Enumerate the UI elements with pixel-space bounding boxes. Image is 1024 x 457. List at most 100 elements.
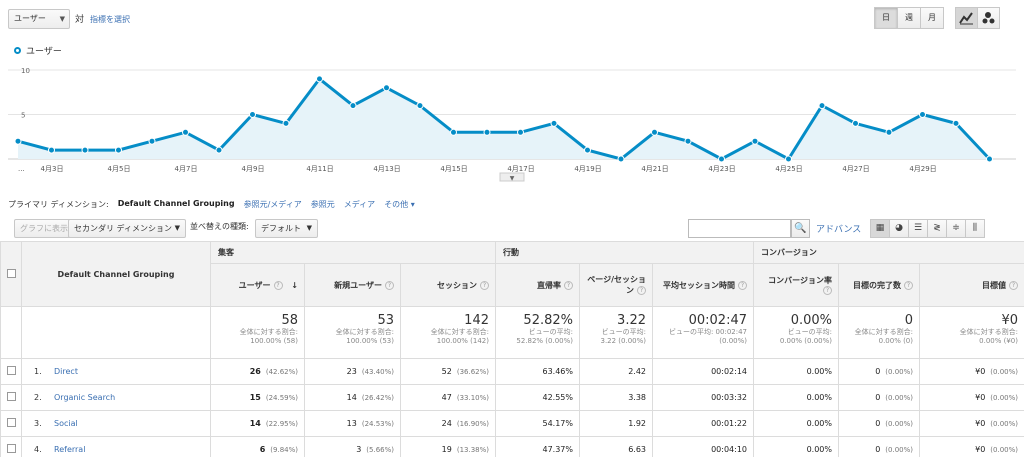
column-header-goal-completions[interactable]: 目標の完了数? [838,263,920,307]
row-checkbox[interactable] [6,418,16,427]
help-icon[interactable]: ? [564,280,573,290]
data-point[interactable] [617,155,625,163]
help-icon[interactable]: ? [273,280,283,290]
help-icon[interactable]: ? [904,280,913,290]
total-cell: 53 全体に対する割合: 100.00% (53) [304,306,401,359]
row-checkbox-cell [0,384,22,411]
total-cell: 58 全体に対する割合: 100.00% (58) [210,306,305,359]
column-header-bounce-rate[interactable]: 直帰率? [495,263,580,307]
x-tick-label: 4月3日 [41,165,64,173]
y-tick-label: 5 [21,112,25,120]
help-icon[interactable]: ? [823,286,832,295]
sort-type-value: デフォルト [261,224,301,233]
help-icon[interactable]: ? [480,280,489,290]
goal-value-cell: ¥0 (0.00%) [919,410,1024,437]
data-point[interactable] [349,102,357,110]
view-pie-button[interactable]: ◕ [889,219,909,238]
cell-value: 14 [346,393,357,402]
data-point[interactable] [550,119,558,127]
data-point[interactable] [584,146,591,154]
column-header-pages-per-session[interactable]: ページ/セッション? [579,263,653,307]
column-header-users[interactable]: ユーザー? ↓ [210,263,305,307]
pages-per-session-cell: 3.38 [579,384,653,411]
dimension-link-medium[interactable]: メディア [344,199,375,210]
view-table-button[interactable]: ▦ [870,219,890,238]
select-all-checkbox[interactable] [6,268,16,278]
data-point[interactable] [81,146,89,154]
sort-type-select[interactable]: デフォルト ▼ [255,219,318,238]
data-point[interactable] [182,128,189,136]
data-point[interactable] [517,128,524,136]
data-point[interactable] [684,137,692,145]
dimension-header[interactable]: Default Channel Grouping [21,241,211,307]
data-point[interactable] [751,137,759,145]
column-header-new-users[interactable]: 新規ユーザー? [304,263,401,307]
help-icon[interactable]: ? [637,286,646,295]
search-button[interactable]: 🔍 [791,219,810,238]
dimension-link-other[interactable]: その他 ▾ [384,199,415,210]
data-point[interactable] [785,155,792,163]
view-comparison-button[interactable]: ≷ [927,219,947,238]
row-checkbox[interactable] [6,366,16,375]
data-point[interactable] [885,128,893,136]
total-cell: 142 全体に対する割合: 100.00% (142) [400,306,496,359]
data-point[interactable] [852,119,859,127]
data-point[interactable] [952,119,960,127]
data-point[interactable] [450,128,457,136]
data-point[interactable] [483,128,491,136]
chevron-down-icon: ▼ [510,175,515,182]
column-header-avg-duration[interactable]: 平均セッション時間? [652,263,754,307]
table-view-toggle: ▦ ◕ ☰ ≷ ≑ ⫼ [870,219,985,238]
column-header-goal-value[interactable]: 目標値? [919,263,1024,307]
line-chart: ... 4月3日 4月5日 4月7日 4月9日 4月11日 4月13日 4月15日 4月17日 4… [8,67,1016,182]
total-value: 52.82% [523,313,573,328]
dimension-link-source[interactable]: 参照元 [311,199,335,210]
period-day-button[interactable]: 日 [874,7,898,29]
data-point[interactable] [383,84,390,92]
avg-duration-cell: 00:01:22 [652,410,754,437]
data-point[interactable] [919,111,926,118]
help-icon[interactable]: ? [1009,280,1018,290]
table-search-input[interactable] [688,219,791,238]
goal-value-cell: ¥0 (0.00%) [919,358,1024,385]
view-term-cloud-button[interactable]: ≑ [946,219,966,238]
data-point[interactable] [48,146,55,154]
line-chart-button[interactable] [955,7,978,29]
column-header-conversion-rate[interactable]: コンバージョン率? [753,263,839,307]
help-icon[interactable]: ? [385,280,394,290]
view-pivot-button[interactable]: ⫼ [965,219,985,238]
data-point[interactable] [718,155,725,163]
plot-rows-button[interactable]: グラフに表示 [14,219,74,238]
motion-chart-button[interactable] [977,7,1000,29]
data-point[interactable] [215,146,223,154]
advanced-filter-link[interactable]: アドバンス [816,222,861,235]
period-month-button[interactable]: 月 [920,7,944,29]
channel-link[interactable]: Social [54,419,78,428]
channel-link[interactable]: Referral [54,445,85,454]
view-performance-button[interactable]: ☰ [908,219,928,238]
dimension-link-source-medium[interactable]: 参照元/メディア [244,199,302,210]
row-checkbox[interactable] [6,444,16,453]
data-point[interactable] [818,102,826,110]
column-label: セッション [437,280,477,290]
data-point[interactable] [282,119,290,127]
data-point[interactable] [148,137,156,145]
data-point[interactable] [651,128,658,136]
data-point[interactable] [416,102,424,110]
pick-metric-link[interactable]: 指標を選択 [90,14,130,25]
data-point[interactable] [316,75,323,83]
data-point[interactable] [249,111,256,118]
channel-link[interactable]: Organic Search [54,393,115,402]
data-point[interactable] [14,137,22,145]
help-icon[interactable]: ? [738,280,747,290]
data-point[interactable] [986,155,993,163]
metric-select[interactable]: ユーザー ▼ [8,9,70,29]
data-point[interactable] [115,146,122,154]
cell-value: 0 [875,367,881,376]
channel-link[interactable]: Direct [54,367,78,376]
period-week-button[interactable]: 週 [897,7,921,29]
column-header-sessions[interactable]: セッション? [400,263,496,307]
row-checkbox[interactable] [6,392,16,401]
users-cell: 6 (9.84%) [210,436,305,457]
secondary-dimension-select[interactable]: セカンダリ ディメンション ▼ [68,219,186,238]
